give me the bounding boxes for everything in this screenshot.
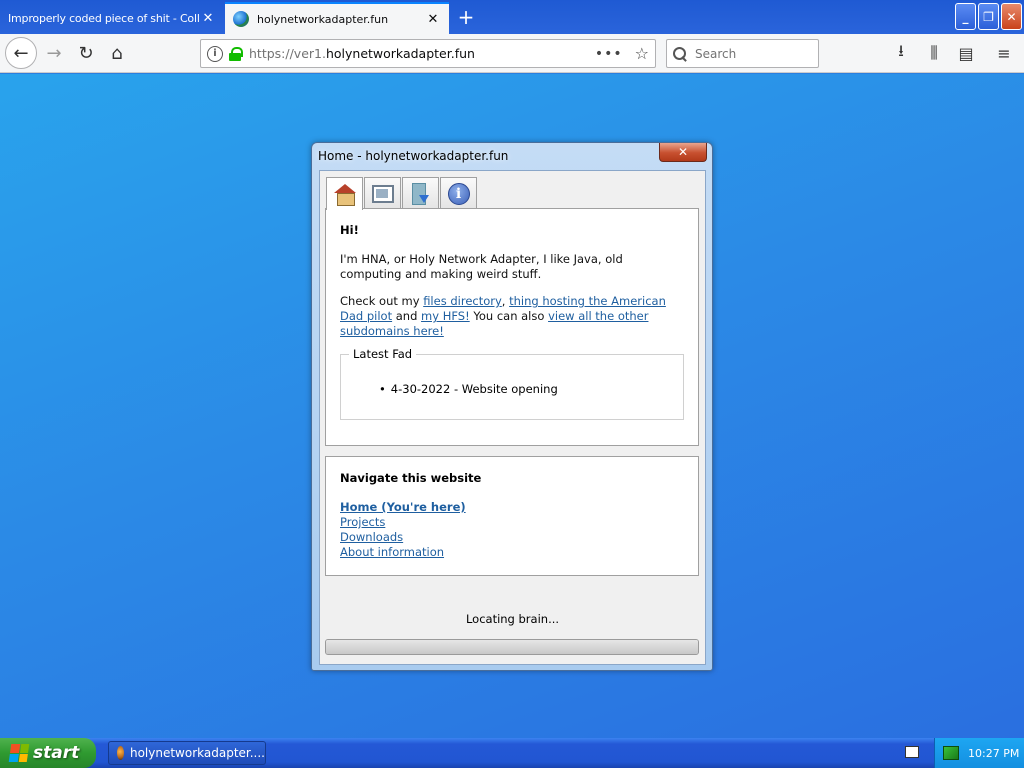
download-arrow-icon [411,182,430,205]
minimize-button[interactable]: _ [955,3,976,30]
tab-collab[interactable]: Improperly coded piece of shit - Collab … [0,2,224,34]
clock[interactable]: 10:27 PM [968,747,1019,760]
nav-link-projects[interactable]: Projects [340,515,684,530]
close-button[interactable]: ✕ [659,143,707,162]
icon-tab-strip: i [326,177,478,210]
tab-holynetworkadapter[interactable]: holynetworkadapter.fun ✕ [225,2,449,34]
nav-link-downloads[interactable]: Downloads [340,530,684,545]
bookmark-star-icon[interactable]: ☆ [635,44,649,63]
windows-flag-icon [8,744,30,762]
status-text: Locating brain... [465,612,560,626]
reload-button[interactable]: ↻ [72,39,100,67]
text-and: and [392,309,422,323]
search-placeholder: Search [695,46,737,61]
tab-title: holynetworkadapter.fun [257,12,389,26]
intro-text: I'm HNA, or Holy Network Adapter, I like… [340,252,623,281]
nav-heading: Navigate this website [340,471,482,485]
forward-button[interactable]: → [40,39,68,67]
window-body: i Hi! I'm HNA, or Holy Network Adapter, … [319,170,706,665]
latest-fad-box: Latest Fad 4-30-2022 - Website opening [340,347,684,420]
url-text[interactable]: https://ver1.holynetworkadapter.fun [249,46,595,61]
window-icon [371,184,394,203]
fad-item: 4-30-2022 - Website opening [379,382,558,396]
files-directory-link[interactable]: files directory [423,294,502,308]
taskbar-item-firefox[interactable]: holynetworkadapter.... [108,741,266,765]
search-input[interactable]: Search [666,39,819,68]
library-icon[interactable]: ⫼ [923,42,945,64]
start-button[interactable]: start [0,738,96,768]
new-tab-button[interactable]: + [452,4,480,30]
sidebar-icon[interactable]: ▤ [955,42,977,64]
task-label: holynetworkadapter.... [129,746,265,760]
tab-downloads[interactable] [402,177,439,209]
house-icon [333,184,356,206]
tab-title: Improperly coded piece of shit - Collab [8,11,200,25]
progress-fill [326,640,698,654]
greeting: Hi! [340,223,359,237]
hfs-link[interactable]: my HFS! [421,309,470,323]
nav-link-home[interactable]: Home (You're here) [340,500,684,515]
keyboard-icon[interactable] [905,746,919,758]
lock-icon[interactable] [229,46,243,61]
hamburger-menu-icon[interactable]: ≡ [993,42,1015,64]
url-scheme: https://ver1. [249,46,326,61]
url-bar[interactable]: i https://ver1.holynetworkadapter.fun ••… [200,39,656,68]
progress-bar [325,639,699,655]
tab-close-icon[interactable]: ✕ [425,11,441,27]
info-icon[interactable]: i [207,45,223,62]
tab-close-icon[interactable]: ✕ [200,10,216,26]
fad-legend: Latest Fad [349,347,417,361]
home-panel: Hi! I'm HNA, or Holy Network Adapter, I … [325,208,699,446]
url-domain: holynetworkadapter.fun [325,46,475,61]
text-check: Check out my [340,294,424,308]
hna-window: Home - holynetworkadapter.fun ✕ i Hi! I'… [311,142,713,671]
info-icon: i [447,182,470,205]
home-button[interactable]: ⌂ [103,39,131,67]
window-title: Home - holynetworkadapter.fun [318,149,509,163]
taskbar: start holynetworkadapter.... 10:27 PM [0,738,1024,768]
tab-bar: Improperly coded piece of shit - Collab … [0,0,1024,34]
page-actions-icon[interactable]: ••• [595,46,623,62]
network-icon[interactable] [943,746,959,760]
page-background: Home - holynetworkadapter.fun ✕ i Hi! I'… [0,74,1024,738]
text-also: You can also [469,309,549,323]
tab-projects[interactable] [364,177,401,209]
start-label: start [33,743,80,763]
tab-home[interactable] [326,177,363,210]
text-comma: , [501,294,510,308]
nav-link-about[interactable]: About information [340,545,684,560]
window-close-button[interactable]: ✕ [1001,3,1022,30]
firefox-icon [117,746,124,760]
links-paragraph: Check out my files directory, thing host… [340,294,684,339]
navigate-panel: Navigate this website Home (You're here)… [325,456,699,576]
maximize-button[interactable]: ❐ [978,3,999,30]
system-tray: 10:27 PM [934,738,1024,768]
nav-bar: ← → ↻ ⌂ i https://ver1.holynetworkadapte… [0,34,1024,73]
search-icon [673,46,687,61]
globe-icon [233,11,249,27]
tab-about[interactable]: i [440,177,477,209]
download-icon[interactable]: ⭳ [890,41,912,64]
back-button[interactable]: ← [5,37,37,69]
